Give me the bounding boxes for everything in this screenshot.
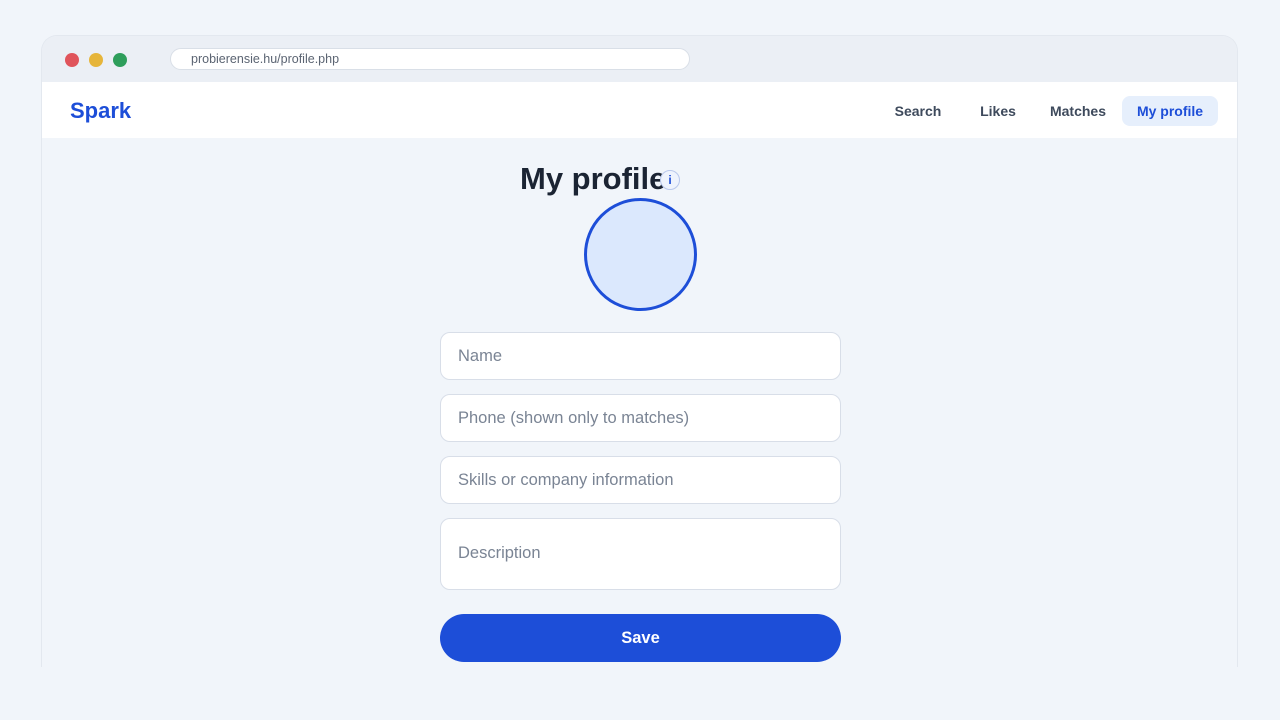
phone-field[interactable]: [440, 394, 841, 442]
browser-chrome: probierensie.hu/profile.php: [42, 36, 1237, 82]
name-field[interactable]: [440, 332, 841, 380]
nav-link-my-profile[interactable]: My profile: [1122, 96, 1218, 126]
nav-link-matches[interactable]: Matches: [1042, 96, 1114, 126]
nav-link-search[interactable]: Search: [880, 96, 956, 126]
info-icon[interactable]: i: [660, 170, 680, 190]
top-navbar: Spark Search Likes Matches My profile: [42, 82, 1237, 138]
page-title: My profile: [520, 161, 667, 196]
address-bar[interactable]: probierensie.hu/profile.php: [170, 48, 690, 70]
nav-link-likes[interactable]: Likes: [964, 96, 1032, 126]
avatar-upload[interactable]: [584, 198, 697, 311]
browser-window: probierensie.hu/profile.php Spark Search…: [41, 35, 1238, 667]
description-field[interactable]: [440, 518, 841, 590]
close-window-button[interactable]: [65, 53, 79, 67]
save-button[interactable]: Save: [440, 614, 841, 662]
minimize-window-button[interactable]: [89, 53, 103, 67]
brand-logo[interactable]: Spark: [70, 98, 131, 124]
maximize-window-button[interactable]: [113, 53, 127, 67]
skills-field[interactable]: [440, 456, 841, 504]
